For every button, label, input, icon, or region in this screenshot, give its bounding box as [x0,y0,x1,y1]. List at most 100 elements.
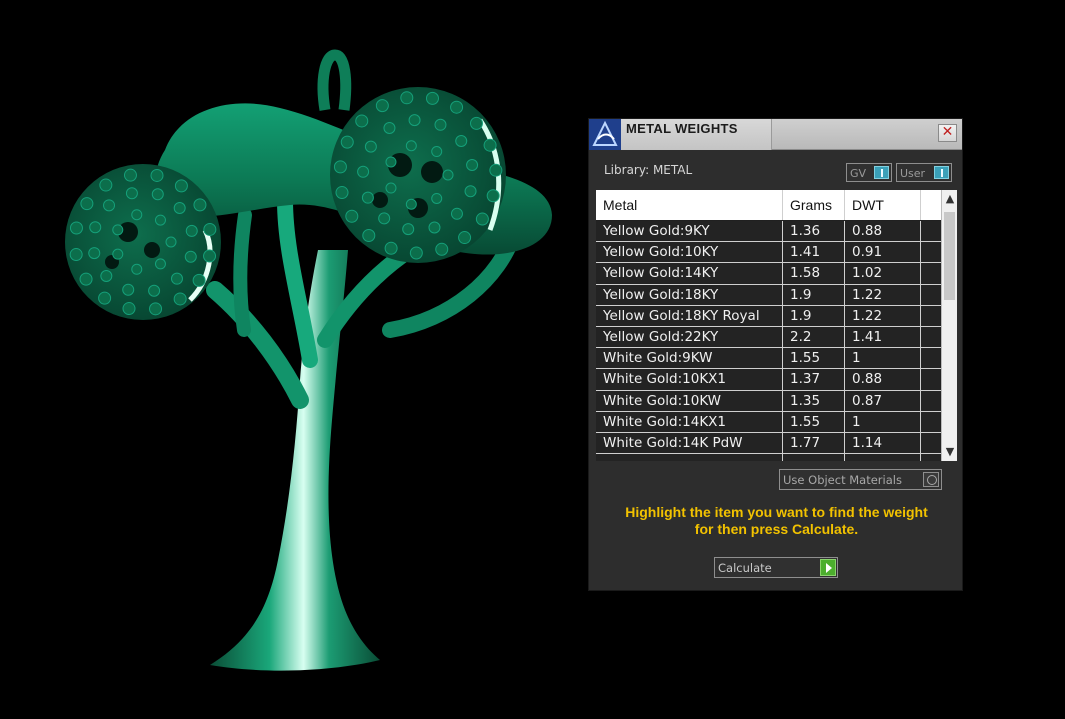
bead [475,212,489,226]
cell-metal: Yellow Gold:22KY [596,326,783,348]
table-row[interactable]: Yellow Gold:18KY 1.9 1.22 [596,284,941,306]
bead [408,114,421,127]
cell-grams: 1.41 [783,242,845,263]
bead [466,158,479,171]
use-object-materials-toggle[interactable]: Use Object Materials [779,469,942,490]
table-row[interactable]: Yellow Gold:9KY 1.36 0.88 [596,221,941,243]
panel-titlebar[interactable]: METAL WEIGHTS ✕ [589,119,962,150]
bead [335,186,349,200]
bead [100,269,113,282]
bead [150,168,164,182]
user-toggle[interactable]: User [896,163,952,182]
cell-grams: 1.37 [783,369,845,390]
metal-weights-panel: METAL WEIGHTS ✕ Library: METAL GV User M… [588,118,963,591]
cell-grams: 1.36 [783,221,845,242]
cell-metal: White Gold:14K PdW [596,432,783,454]
cell-grams: 1.55 [783,348,845,369]
bead [149,302,163,316]
application-stage: METAL WEIGHTS ✕ Library: METAL GV User M… [0,0,1065,719]
metal-table: Metal Grams DWT Yellow Gold:9KY 1.36 0.88 … [596,190,957,461]
bead [464,185,477,198]
instruction-text: Highlight the item you want to find the … [599,504,954,538]
column-header-metal[interactable]: Metal [596,190,783,220]
cell-dwt: 1.22 [845,305,921,326]
bead [435,242,449,256]
bead [151,188,164,201]
radio-off-icon [923,472,939,487]
bead [174,179,188,193]
table-row[interactable]: White Gold:10KX1 1.37 0.88 [596,369,941,391]
bead [125,187,138,200]
app-logo-icon [589,119,621,150]
gv-toggle[interactable]: GV [846,163,892,182]
bead [486,189,500,203]
bead [428,221,441,234]
cell-grams: 1.9 [783,284,845,305]
table-row[interactable]: Yellow Gold:22KY 2.2 1.41 [596,326,941,349]
bead [99,178,113,192]
bead [405,140,417,152]
scroll-thumb[interactable] [944,212,955,300]
table-row[interactable]: White Gold:10KW 1.35 0.87 [596,390,941,412]
table-row[interactable]: White Gold:14K PdW 1.77 1.14 [596,432,941,455]
table-body: Yellow Gold:9KY 1.36 0.88 Yellow Gold:10KY… [596,221,941,461]
cell-dwt: 1.02 [845,263,921,284]
chevron-up-icon[interactable]: ▲ [942,191,957,207]
bead [122,283,135,296]
table-row[interactable]: Yellow Gold:10KY 1.41 0.91 [596,242,941,264]
cell-grams: 1.58 [783,263,845,284]
panel-title: METAL WEIGHTS [626,121,738,136]
bail-loop [317,49,352,111]
bead [362,229,376,243]
bead [154,258,166,270]
close-icon[interactable]: ✕ [938,124,957,142]
column-header-dwt[interactable]: DWT [845,190,921,220]
cell-metal: Yellow Gold:10KY [596,242,783,263]
cell-metal [596,454,783,461]
bead [405,198,417,210]
toggle-on-icon [874,166,889,179]
branch-mid [277,192,318,368]
cell-metal: White Gold:10KX1 [596,369,783,390]
column-header-grams[interactable]: Grams [783,190,845,220]
bead [203,222,217,236]
bead [385,156,397,168]
table-row[interactable]: White Gold:14KX1 1.55 1 [596,411,941,433]
cell-dwt: 1.14 [845,432,921,454]
bead [345,209,359,223]
calculate-button[interactable]: Calculate [714,557,838,578]
bead [458,231,472,245]
bead [340,135,354,149]
cell-metal: Yellow Gold:14KY [596,263,783,284]
cell-dwt: 0.88 [845,221,921,242]
table-scrollbar[interactable]: ▲ ▼ [941,190,957,461]
cell-grams: 1.9 [783,305,845,326]
table-row[interactable]: White Gold:9KW 1.55 1 [596,348,941,370]
cell-dwt: 1.41 [845,326,921,348]
table-row-partial[interactable] [596,454,941,461]
bead [123,168,137,182]
library-label: Library: METAL [604,163,693,177]
table-row[interactable]: Yellow Gold:18KY Royal 1.9 1.22 [596,305,941,327]
table-row[interactable]: Yellow Gold:14KY 1.58 1.02 [596,263,941,285]
bead [103,199,116,212]
calculate-button-label: Calculate [718,561,772,575]
bead [434,118,447,131]
left-flower-disk [65,164,221,320]
bead [378,212,391,225]
chevron-down-icon[interactable]: ▼ [942,444,957,460]
play-arrow-icon [820,559,836,576]
bead [450,100,464,114]
bead [89,221,102,234]
gv-toggle-label: GV [850,167,867,180]
cell-metal: White Gold:14KX1 [596,411,783,432]
cell-grams [783,454,845,461]
cell-grams: 1.77 [783,432,845,454]
bead [455,134,468,147]
bead [442,169,454,181]
cell-metal: Yellow Gold:18KY [596,284,783,305]
bead [383,121,396,134]
use-object-materials-label: Use Object Materials [783,473,902,487]
bead [361,191,374,204]
bead [364,140,377,153]
